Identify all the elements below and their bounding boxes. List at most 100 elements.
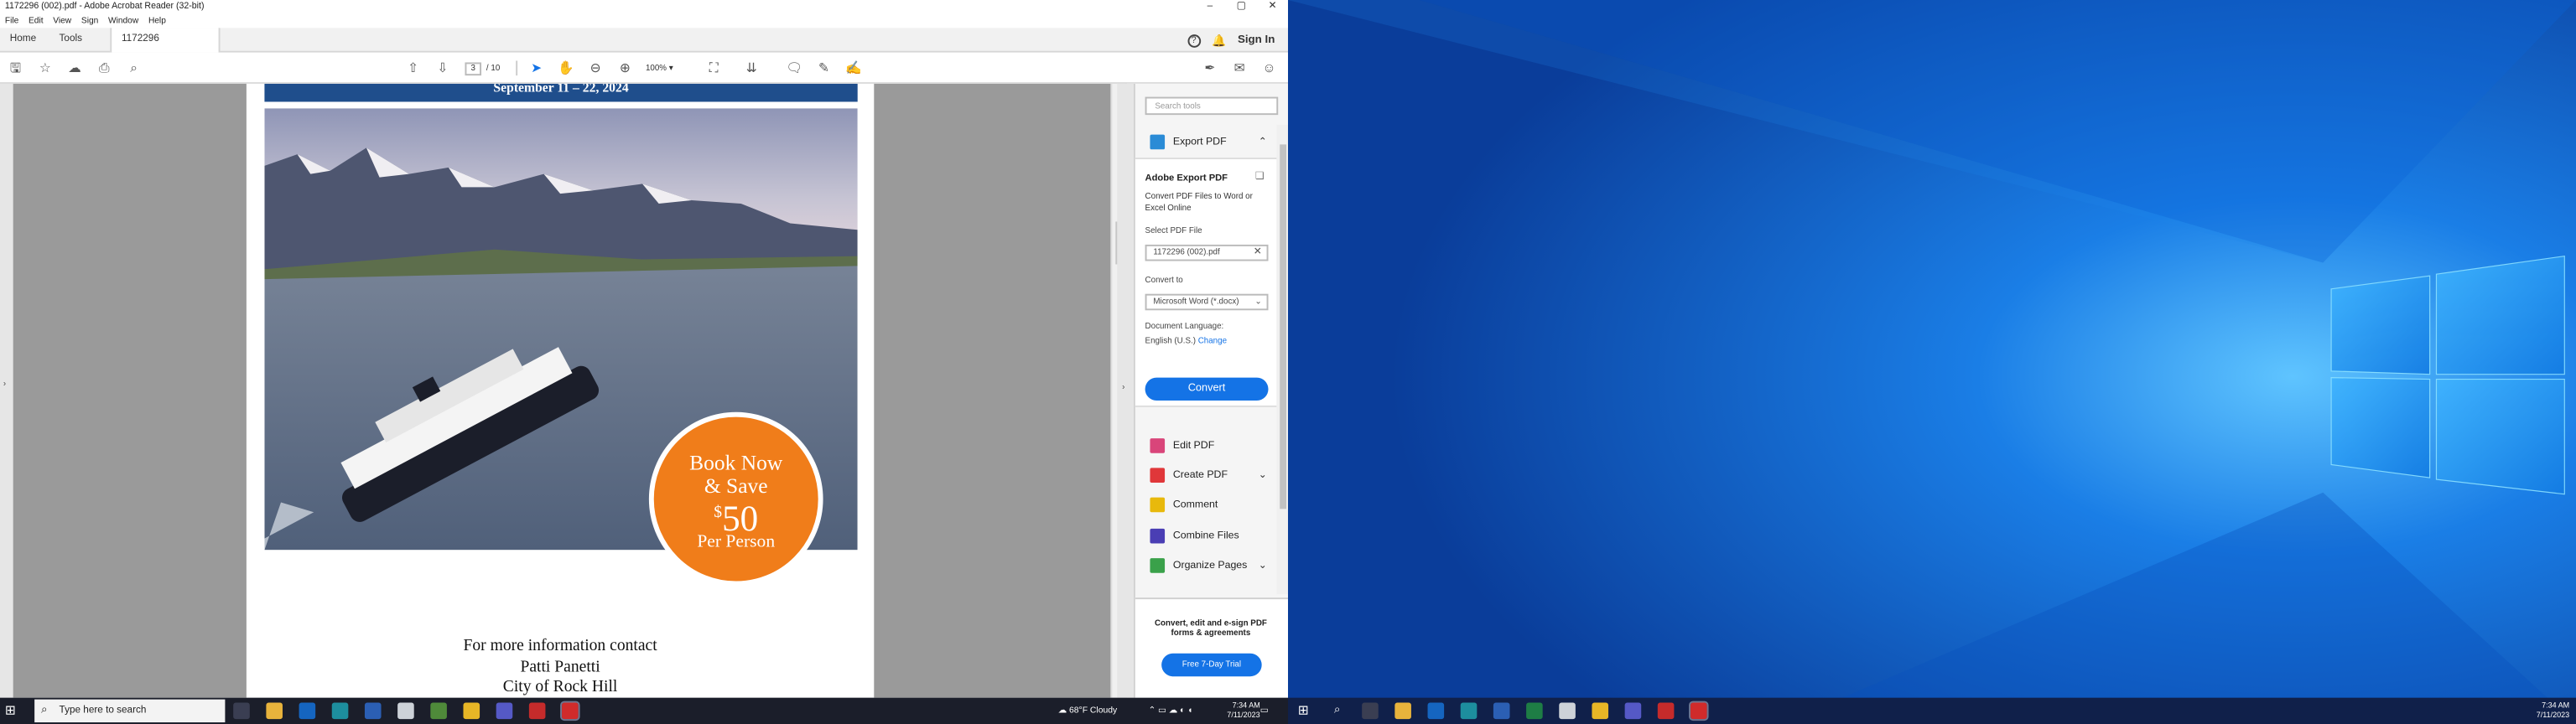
right-pane-toggle[interactable]: › [1117, 83, 1134, 698]
bookmark-star-icon[interactable]: ☆ [36, 59, 55, 78]
maximize-button[interactable]: ▢ [1226, 0, 1257, 15]
chevron-down-icon: ⌄ [1254, 297, 1262, 308]
highlight-pen-icon[interactable]: ✎ [815, 59, 834, 78]
acrobat-reader-icon[interactable] [560, 701, 580, 721]
scroll-mode-icon[interactable]: ⇊ [743, 59, 761, 78]
change-language-link[interactable]: Change [1198, 337, 1227, 347]
app-icon[interactable] [430, 702, 447, 720]
search-icon[interactable]: ⌕ [1329, 703, 1346, 720]
select-cursor-icon[interactable]: ➤ [527, 59, 546, 78]
word-icon[interactable] [1493, 702, 1510, 720]
menu-window[interactable]: Window [108, 15, 138, 28]
left-pane-toggle[interactable]: › [0, 83, 13, 698]
edge-icon[interactable] [1460, 702, 1478, 720]
notification-center-icon[interactable]: ▭ [1260, 698, 1269, 724]
tray-icons[interactable]: ⌃ ▭ ☁ ◐ ◖ [1148, 698, 1192, 724]
chrome-icon[interactable] [1592, 702, 1609, 720]
contact-line-3: City of Rock Hill [502, 678, 618, 696]
taskbar-clock[interactable]: 7:34 AM 7/11/2023 [1227, 701, 1259, 721]
print-icon[interactable]: ⎙ [96, 59, 114, 78]
account-icon[interactable]: ☺ [1260, 59, 1279, 78]
organize-pages-tool[interactable]: Organize Pages ⌄ [1150, 556, 1267, 575]
task-view-icon[interactable] [233, 702, 250, 720]
minimize-button[interactable]: – [1194, 0, 1225, 15]
chevron-down-icon: ⌄ [1258, 471, 1267, 482]
email-icon[interactable]: ✉ [1230, 59, 1249, 78]
sign-in-button[interactable]: Sign In [1238, 34, 1275, 46]
comment-tool[interactable]: Comment [1150, 496, 1218, 515]
excel-icon[interactable] [1526, 702, 1543, 720]
windows-start-icon[interactable]: ⊞ [1298, 703, 1315, 720]
tools-panel: Search tools Export PDF ⌃ Adobe Export P… [1133, 83, 1288, 698]
next-page-icon[interactable]: ⇩ [434, 59, 452, 78]
clear-file-icon[interactable]: ✕ [1254, 246, 1262, 261]
promo-text: Convert, edit and e-sign PDF forms & agr… [1154, 618, 1267, 639]
zoom-level-select[interactable]: 100% ▾ [646, 62, 688, 75]
windows-start-icon[interactable]: ⊞ [5, 703, 22, 720]
acrobat-icon-inactive[interactable] [528, 702, 546, 720]
teams-icon[interactable] [496, 702, 513, 720]
export-pdf-label: Export PDF [1172, 136, 1227, 148]
dual-monitor-screen: 1172296 (002).pdf - Adobe Acrobat Reader… [0, 0, 2576, 724]
page-number-input[interactable]: 3 [465, 62, 482, 76]
outlook-icon[interactable] [299, 702, 316, 720]
fill-sign-icon[interactable]: ✒ [1201, 59, 1219, 78]
tab-document[interactable]: 1172296 (002).pdf✕ [110, 28, 221, 69]
menu-edit[interactable]: Edit [29, 15, 44, 28]
tab-home[interactable]: Home [0, 28, 46, 52]
task-view-icon[interactable] [1362, 702, 1379, 720]
calculator-icon[interactable] [1559, 702, 1576, 720]
edge-icon[interactable] [331, 702, 349, 720]
organize-pages-icon [1150, 558, 1166, 573]
file-explorer-icon[interactable] [266, 702, 283, 720]
tab-bar-right: ? 🔔 Sign In [1187, 28, 1275, 52]
panel-scrollbar[interactable] [1276, 124, 1288, 595]
left-monitor: 1172296 (002).pdf - Adobe Acrobat Reader… [0, 0, 1288, 724]
word-icon[interactable] [364, 702, 382, 720]
search-icon: ⌕ [40, 704, 48, 716]
chrome-icon[interactable] [463, 702, 480, 720]
notification-bell-icon[interactable]: 🔔 [1212, 34, 1226, 47]
convert-button[interactable]: Convert [1145, 377, 1269, 401]
teams-icon[interactable] [1624, 702, 1642, 720]
weather-widget[interactable]: ☁ 68°F Cloudy [1058, 698, 1118, 724]
chat-icon[interactable]: ❏ [1255, 171, 1265, 183]
menu-help[interactable]: Help [148, 15, 166, 28]
convert-to-select[interactable]: Microsoft Word (*.docx) ⌄ [1145, 293, 1269, 311]
acrobat-icon-inactive[interactable] [1657, 702, 1675, 720]
menu-view[interactable]: View [53, 15, 71, 28]
acrobat-reader-icon[interactable] [1689, 701, 1709, 721]
export-pdf-tool[interactable]: Export PDF ⌃ [1150, 133, 1267, 152]
select-file-label: Select PDF File [1145, 226, 1202, 237]
help-icon[interactable]: ? [1187, 34, 1201, 47]
combine-files-tool[interactable]: Combine Files [1150, 527, 1239, 546]
toolbar-divider [516, 60, 517, 76]
edit-pdf-tool[interactable]: Edit PDF [1150, 437, 1214, 455]
taskbar-clock[interactable]: 7:34 AM 7/11/2023 [2537, 701, 2569, 721]
close-window-button[interactable]: ✕ [1257, 0, 1288, 15]
free-trial-button[interactable]: Free 7-Day Trial [1161, 653, 1262, 677]
file-explorer-icon[interactable] [1394, 702, 1411, 720]
zoom-out-icon[interactable]: ⊖ [586, 59, 605, 78]
menu-sign[interactable]: Sign [81, 15, 98, 28]
zoom-in-icon[interactable]: ⊕ [616, 59, 635, 78]
outlook-icon[interactable] [1427, 702, 1445, 720]
contact-line-1: For more information contact [463, 637, 657, 655]
menu-file[interactable]: File [5, 15, 18, 28]
find-search-icon[interactable]: ⌕ [125, 59, 143, 78]
create-pdf-tool[interactable]: Create PDF ⌄ [1150, 466, 1267, 484]
panel-scroll-thumb[interactable] [1280, 144, 1287, 509]
previous-page-icon[interactable]: ⇧ [404, 59, 423, 78]
search-tools-input[interactable]: Search tools [1145, 96, 1279, 116]
calculator-icon[interactable] [397, 702, 414, 720]
comment-icon[interactable]: 🗨 [785, 59, 803, 78]
save-icon[interactable]: 🖫 [7, 59, 25, 78]
taskbar-search-input[interactable]: ⌕ Type here to search [34, 699, 226, 723]
upload-cloud-icon[interactable]: ☁ [65, 59, 84, 78]
contact-line-2: Patti Panetti [520, 658, 600, 677]
selected-file-field[interactable]: 1172296 (002).pdf ✕ [1145, 244, 1269, 261]
tab-tools[interactable]: Tools [49, 28, 92, 52]
page-fit-icon[interactable]: ⛶ [704, 59, 723, 78]
hand-tool-icon[interactable]: ✋ [557, 59, 575, 78]
draw-sign-icon[interactable]: ✍ [844, 59, 863, 78]
